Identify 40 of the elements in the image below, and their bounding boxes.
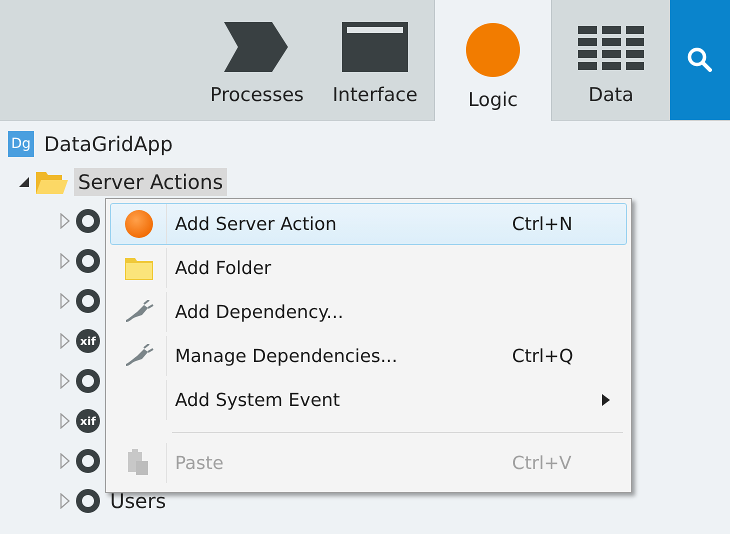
- collapse-arrow-icon[interactable]: [18, 176, 30, 188]
- expand-arrow-icon[interactable]: [60, 213, 70, 229]
- ring-icon: [76, 249, 100, 273]
- chevron-icon: [224, 22, 290, 72]
- xif-icon: xif: [76, 329, 100, 353]
- circle-icon: [466, 23, 520, 77]
- plug-icon: [124, 344, 154, 368]
- menu-item[interactable]: Add Dependency...: [110, 291, 627, 333]
- expand-arrow-icon[interactable]: [60, 253, 70, 269]
- tab[interactable]: Interface: [316, 0, 434, 120]
- grid-icon: [578, 26, 644, 72]
- tab[interactable]: Data: [552, 0, 670, 120]
- ring-icon: [76, 489, 100, 513]
- circle-icon: [124, 210, 152, 238]
- tab[interactable]: Processes: [198, 0, 316, 120]
- menu-item[interactable]: Add System Event: [110, 379, 627, 421]
- folder-icon: [36, 170, 68, 194]
- expand-arrow-icon[interactable]: [60, 293, 70, 309]
- search-icon: [687, 47, 713, 73]
- tree-item[interactable]: Server Actions: [74, 168, 227, 196]
- search-button[interactable]: [670, 0, 730, 120]
- menu-item[interactable]: Add Folder: [110, 247, 627, 289]
- expand-arrow-icon[interactable]: [60, 373, 70, 389]
- window-icon: [342, 22, 408, 72]
- expand-arrow-icon[interactable]: [60, 413, 70, 429]
- menu-item[interactable]: Manage Dependencies... Ctrl+Q: [110, 335, 627, 377]
- ring-icon: [76, 449, 100, 473]
- expand-arrow-icon[interactable]: [60, 493, 70, 509]
- tab[interactable]: Logic: [434, 0, 552, 121]
- menu-item[interactable]: Add Server Action Ctrl+N: [110, 203, 627, 245]
- ring-icon: [76, 369, 100, 393]
- folder-icon: [124, 256, 152, 280]
- app-badge: Dg: [8, 131, 34, 157]
- xif-icon: xif: [76, 409, 100, 433]
- ring-icon: [76, 289, 100, 313]
- expand-arrow-icon[interactable]: [60, 453, 70, 469]
- tree-item[interactable]: DataGridApp: [40, 130, 177, 158]
- plug-icon: [124, 300, 154, 324]
- ring-icon: [76, 209, 100, 233]
- expand-arrow-icon[interactable]: [60, 333, 70, 349]
